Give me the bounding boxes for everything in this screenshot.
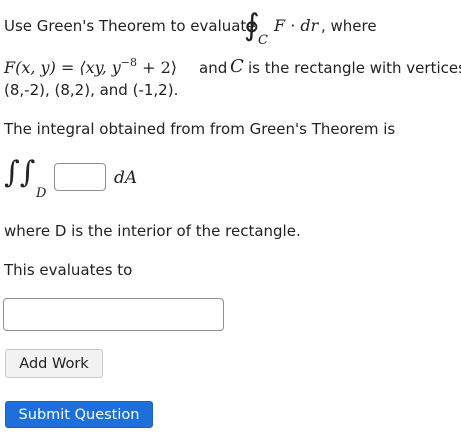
answer-input[interactable] bbox=[3, 298, 224, 331]
submit-question-button[interactable]: Submit Question bbox=[5, 401, 153, 428]
field-exponent: −8 bbox=[120, 56, 138, 69]
integral-prompt: The integral obtained from from Green's … bbox=[4, 120, 396, 138]
add-work-button[interactable]: Add Work bbox=[5, 349, 103, 378]
vertices-text: (8,-2), (8,2), and (-1,2). bbox=[4, 81, 179, 99]
curve-symbol: C bbox=[230, 56, 244, 77]
vector-field-formula: F(x, y) = ⟨xy, y−8 + 2⟩ bbox=[4, 56, 178, 77]
interior-text: where D is the interior of the rectangle… bbox=[4, 222, 301, 240]
area-element: dA bbox=[114, 168, 138, 188]
intro-text: Use Green's Theorem to evaluate bbox=[4, 17, 256, 35]
evaluates-text: This evaluates to bbox=[4, 261, 133, 279]
field-lhs: F(x, y) = bbox=[4, 58, 75, 77]
rectangle-text: is the rectangle with vertices bbox=[248, 59, 461, 77]
double-integral-symbol: ∫∫ bbox=[4, 155, 36, 190]
field-components-prefix: ⟨xy, y bbox=[79, 58, 121, 77]
contour-label: C bbox=[258, 33, 268, 48]
region-label: D bbox=[36, 186, 47, 201]
integrand-input[interactable] bbox=[54, 163, 106, 191]
where-text: , where bbox=[321, 17, 377, 35]
line-integral-integrand: F · dr bbox=[274, 16, 319, 35]
field-components-suffix: + 2⟩ bbox=[142, 58, 178, 77]
and-text: and bbox=[199, 59, 228, 77]
